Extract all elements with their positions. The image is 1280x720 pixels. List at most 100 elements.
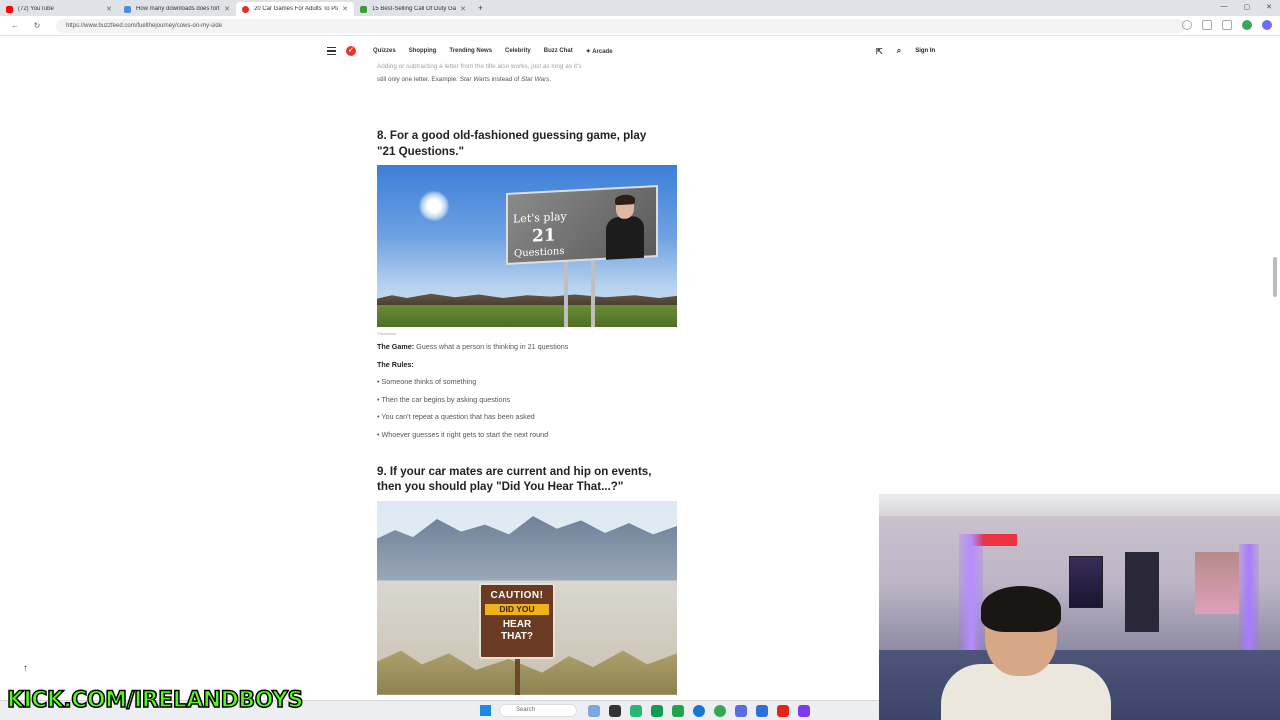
webcam-arcade-cabinet — [1125, 552, 1159, 632]
sign-text: HEAR THAT? — [481, 619, 553, 643]
profile-avatar-icon[interactable] — [1242, 20, 1252, 30]
url-field[interactable]: https://www.buzzfeed.com/fuelthejourney/… — [56, 18, 1186, 33]
edge-icon[interactable] — [693, 705, 705, 717]
rules-list: • Someone thinks of something • Then the… — [377, 373, 677, 443]
nav-right-group: ⇱ ⌕ Sign In — [876, 46, 935, 56]
nav-link-buzz-chat[interactable]: Buzz Chat — [544, 48, 573, 55]
nav-link-arcade[interactable]: ✦ Arcade — [586, 48, 613, 55]
game-text: Guess what a person is thinking in 21 qu… — [414, 342, 569, 351]
heading-line: then you should play "Did You Hear That.… — [377, 480, 624, 494]
grass-field — [377, 305, 677, 327]
rules-label-text: The Rules: — [377, 359, 414, 369]
back-arrow-icon[interactable]: ← — [8, 21, 22, 30]
nav-link-quizzes[interactable]: Quizzes — [373, 48, 396, 55]
nav-link-shopping[interactable]: Shopping — [409, 48, 437, 55]
windows-start-icon[interactable] — [480, 705, 491, 716]
extension-icon[interactable] — [1182, 20, 1192, 30]
billboard-post — [591, 261, 595, 327]
webcam-person-hair — [981, 586, 1061, 632]
example-italic: Star Warts — [459, 76, 490, 83]
kick-channel-watermark: KICK.COM/IRELANDBOYS — [6, 687, 304, 714]
item-8-heading: 8. For a good old-fashioned guessing gam… — [377, 128, 677, 159]
tab-car-games[interactable]: 20 Car Games For Adults To Play ✕ — [236, 2, 354, 16]
address-bar-icons — [1182, 20, 1272, 30]
sign-text: CAUTION! — [490, 589, 544, 601]
tab-title: 15 Best-Selling Call Of Duty Gam — [372, 6, 457, 12]
taskbar-search[interactable]: Search — [499, 704, 577, 717]
app-icon[interactable] — [672, 705, 684, 717]
app-icon[interactable] — [756, 705, 768, 717]
sun-glare — [419, 191, 449, 221]
tab-title: (72) YouTube — [18, 6, 54, 12]
sign-in-link[interactable]: Sign In — [915, 48, 935, 54]
address-bar-row: ← ↻ https://www.buzzfeed.com/fuelthejour… — [0, 16, 1280, 36]
youtube-icon — [6, 5, 13, 13]
billboard: Let's play 21 Questions — [506, 185, 658, 265]
example-text: instead of — [489, 76, 522, 83]
article-body: Adding or subtracting a letter from the … — [377, 60, 677, 695]
page-favicon-icon — [360, 5, 367, 13]
hamburger-menu-icon[interactable] — [327, 47, 336, 55]
webcam-ceiling — [879, 494, 1280, 516]
new-tab-plus-icon[interactable]: + — [478, 3, 483, 13]
sign-post — [515, 658, 520, 695]
maximize-icon[interactable]: ▢ — [1244, 3, 1251, 11]
caution-sign: CAUTION! DID YOU HEAR THAT? — [479, 582, 555, 659]
search-icon[interactable]: ⌕ — [897, 46, 901, 56]
heading-line: 9. If your car mates are current and hip… — [377, 464, 652, 478]
list-item: • You can't repeat a question that has b… — [377, 412, 535, 422]
webcam-light — [959, 534, 983, 664]
sign-text: DID YOU — [485, 603, 549, 615]
favorite-star-icon[interactable] — [1202, 20, 1212, 30]
widgets-icon[interactable] — [588, 705, 600, 717]
previous-item-text: Adding or subtracting a letter from the … — [377, 60, 677, 86]
image-credit: Thinkstock — [377, 331, 397, 336]
billboard-text: Questions — [514, 245, 565, 260]
youtube-app-icon[interactable] — [777, 705, 789, 717]
browser-tab-strip: (72) YouTube ✕ How many downloads does f… — [0, 0, 1280, 16]
nav-links: Quizzes Shopping Trending News Celebrity… — [373, 48, 613, 55]
sign-text-line: HEAR — [502, 618, 532, 630]
item-9-heading: 9. If your car mates are current and hip… — [377, 464, 677, 495]
app-icon[interactable] — [798, 705, 810, 717]
refresh-icon[interactable]: ↻ — [30, 21, 44, 30]
webcam-overlay — [879, 494, 1280, 720]
tab-fortnite-downloads[interactable]: How many downloads does fortn ✕ — [118, 2, 236, 16]
close-window-icon[interactable]: ✕ — [1266, 3, 1272, 11]
heading-line: "21 Questions." — [377, 144, 465, 158]
buzzfeed-logo[interactable]: ✓ — [346, 46, 356, 56]
page-scrollbar[interactable] — [1273, 257, 1277, 297]
scroll-to-top-arrow-icon[interactable]: ↑ — [23, 663, 28, 674]
close-icon[interactable]: ✕ — [460, 5, 466, 13]
person-hair — [615, 194, 635, 206]
file-explorer-icon[interactable] — [609, 705, 621, 717]
list-item: • Whoever guesses it right gets to start… — [377, 429, 549, 439]
rules-label: The Rules: — [377, 356, 677, 374]
app-icon[interactable] — [735, 705, 747, 717]
app-icon[interactable] — [651, 705, 663, 717]
game-label: The Game: — [377, 342, 415, 351]
webcam-light — [1239, 544, 1259, 654]
search-favicon-icon — [124, 5, 131, 13]
billboard-person — [604, 194, 646, 260]
store-icon[interactable] — [630, 705, 642, 717]
item-8-image[interactable]: Let's play 21 Questions — [377, 165, 677, 327]
previous-item-line: Adding or subtracting a letter from the … — [377, 63, 582, 70]
item-9-image[interactable]: CAUTION! DID YOU HEAR THAT? — [377, 500, 677, 695]
tab-call-of-duty[interactable]: 15 Best-Selling Call Of Duty Gam ✕ — [354, 2, 472, 16]
chrome-icon[interactable] — [714, 705, 726, 717]
tab-youtube[interactable]: (72) YouTube ✕ — [0, 2, 118, 16]
close-icon[interactable]: ✕ — [106, 5, 112, 13]
nav-link-celebrity[interactable]: Celebrity — [505, 48, 531, 55]
minimize-icon[interactable]: — — [1221, 3, 1228, 11]
close-icon[interactable]: ✕ — [342, 5, 348, 13]
nav-link-trending-news[interactable]: Trending News — [449, 48, 492, 55]
collections-icon[interactable] — [1222, 20, 1232, 30]
heading-line: 8. For a good old-fashioned guessing gam… — [377, 129, 647, 142]
example-text: still only one letter. Example: — [377, 76, 460, 83]
copilot-icon[interactable] — [1262, 20, 1272, 30]
trending-icon[interactable]: ⇱ — [876, 47, 883, 56]
close-icon[interactable]: ✕ — [224, 5, 230, 13]
previous-item-example: still only one letter. Example: Star War… — [377, 73, 677, 86]
webcam-poster — [1069, 556, 1103, 608]
